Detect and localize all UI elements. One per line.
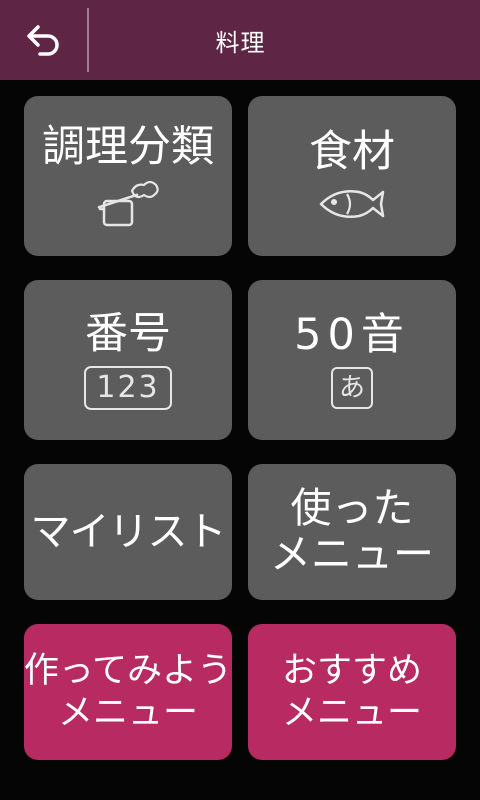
syllabary-button[interactable]: 50音 あ [248, 280, 456, 440]
try-menu-line2: メニュー [57, 693, 198, 733]
number-button[interactable]: 番号 123 [24, 280, 232, 440]
back-button[interactable] [0, 0, 88, 80]
back-arrow-icon [27, 25, 59, 56]
my-list-label: マイリスト [30, 509, 227, 555]
cooking-category-button[interactable]: 調理分類 [24, 96, 232, 256]
header-bar: 料理 [0, 0, 480, 80]
page-title: 料理 [215, 28, 266, 57]
recommended-menu-line1: おすすめ [281, 651, 422, 691]
recommended-menu-line2: メニュー [281, 693, 422, 733]
fish-icon [319, 189, 385, 218]
cooking-category-label: 調理分類 [42, 122, 214, 173]
used-menu-line2: メニュー [270, 530, 434, 578]
ingredients-button[interactable]: 食材 [248, 96, 456, 256]
used-menu-line1: 使った [290, 484, 414, 533]
number-badge: 123 [84, 365, 172, 410]
try-menu-button[interactable]: 作ってみよう メニュー [24, 624, 232, 760]
pot-icon [97, 180, 159, 226]
used-menu-button[interactable]: 使った メニュー [248, 464, 456, 600]
try-menu-line1: 作ってみよう [23, 651, 233, 691]
kana-badge: あ [331, 366, 373, 409]
syllabary-label: 50音 [294, 310, 410, 361]
recommended-menu-button[interactable]: おすすめ メニュー [248, 624, 456, 760]
ingredients-label: 食材 [309, 127, 395, 178]
number-label: 番号 [85, 309, 171, 360]
my-list-button[interactable]: マイリスト [24, 464, 232, 600]
